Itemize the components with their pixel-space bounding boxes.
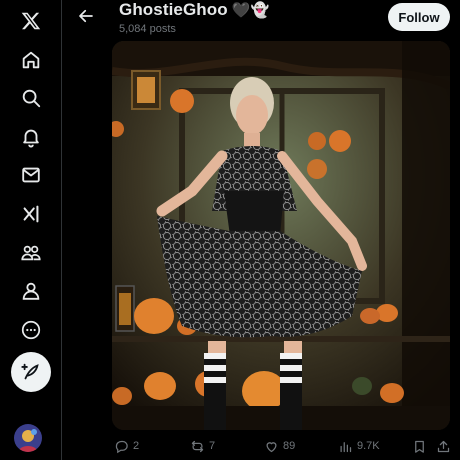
repost-button[interactable]: 7 [190,434,215,458]
search-icon[interactable] [14,81,48,115]
bookmark-icon [415,440,424,453]
more-circle-icon[interactable] [14,313,48,347]
reply-count: 2 [133,440,140,452]
views-count: 9.7K [357,440,380,452]
like-count: 89 [283,440,296,452]
halloween-photo-illustration [112,41,450,430]
reply-bubble-icon [115,440,128,453]
notifications-bell-icon[interactable] [14,120,48,154]
views-button[interactable]: 9.7K [338,434,380,458]
back-button[interactable] [72,2,100,30]
repost-arrows-icon [191,440,204,452]
analytics-bars-icon [340,441,352,452]
profile-header: GhostieGhoo 🖤👻 5,084 posts Follow [62,0,460,40]
account-avatar[interactable] [14,424,42,452]
posts-count: 5,084 posts [119,23,176,35]
sidebar-nav [0,0,62,460]
name-emojis: 🖤👻 [231,2,270,19]
back-arrow-icon [79,9,93,23]
reply-button[interactable]: 2 [114,434,139,458]
messages-envelope-icon[interactable] [14,158,48,192]
bookmark-button[interactable] [412,434,427,458]
like-button[interactable]: 89 [264,434,295,458]
heart-icon [266,441,277,452]
home-icon[interactable] [14,43,48,77]
profile-icon[interactable] [14,274,48,308]
share-button[interactable] [436,434,451,458]
post-button[interactable] [11,352,51,392]
grok-icon[interactable] [14,197,48,231]
display-name-row: GhostieGhoo 🖤👻 [119,0,269,20]
follow-button[interactable]: Follow [388,3,450,31]
share-upload-icon [437,440,450,452]
x-logo-icon[interactable] [14,4,48,38]
repost-count: 7 [209,440,216,452]
post-photo[interactable] [112,41,450,430]
post-actions-bar: 2 7 89 9.7K [62,434,460,458]
feather-plus-icon [21,363,39,380]
display-name: GhostieGhoo [119,0,228,19]
communities-icon[interactable] [14,236,48,270]
